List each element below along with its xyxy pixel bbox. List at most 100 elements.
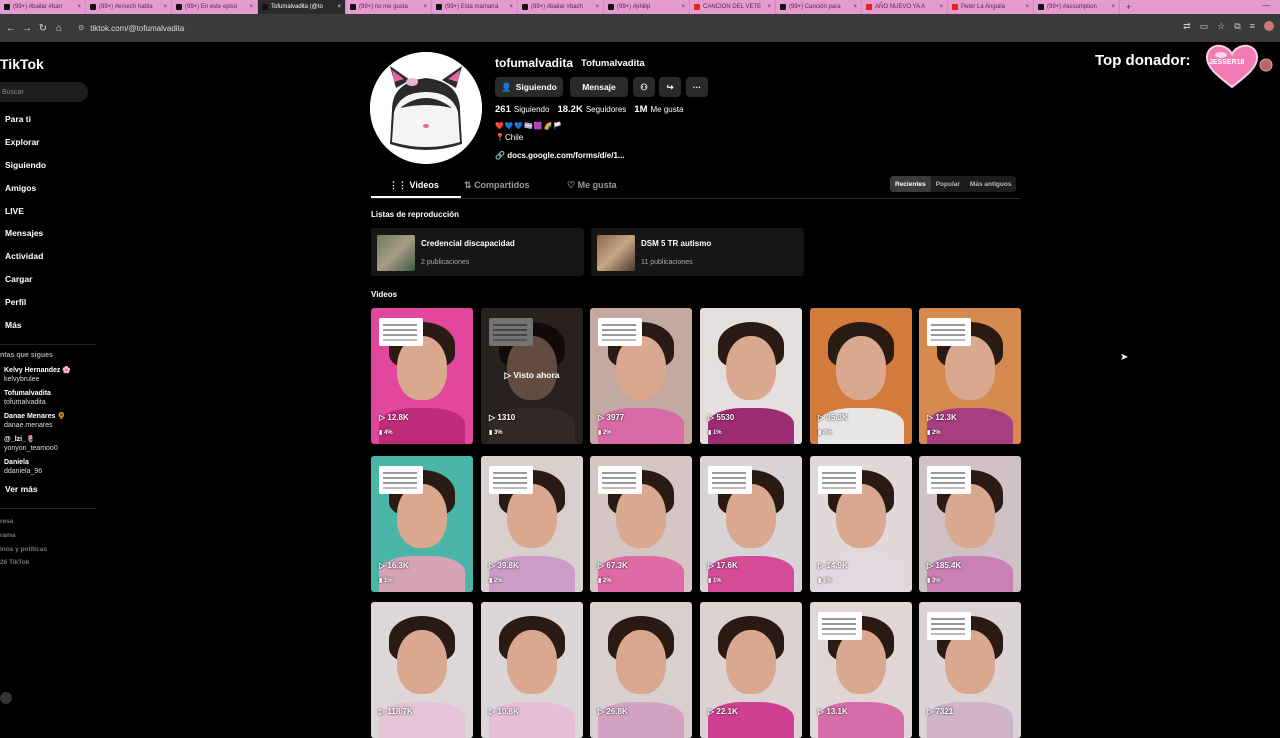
close-tab-icon[interactable]: × bbox=[509, 4, 513, 10]
video-card[interactable]: ▷ 12.3K ▮ 2% bbox=[919, 308, 1021, 444]
sidebar-item-siguiendo[interactable]: Siguiendo bbox=[5, 160, 46, 170]
tiktok-favicon-icon bbox=[90, 4, 96, 10]
new-tab-button[interactable]: + bbox=[1120, 2, 1137, 12]
close-tab-icon[interactable]: × bbox=[595, 4, 599, 10]
close-tab-icon[interactable]: × bbox=[853, 4, 857, 10]
video-card[interactable]: ▷ 35.3K ▮ 4% bbox=[810, 308, 912, 444]
search-input[interactable]: Buscar bbox=[0, 82, 88, 102]
video-card[interactable]: ▷ 7321 bbox=[919, 602, 1021, 738]
video-card[interactable]: ▷ 13.1K bbox=[810, 602, 912, 738]
footer-link[interactable]: 26 TikTok bbox=[0, 559, 29, 566]
home-icon[interactable]: ⌂ bbox=[54, 23, 64, 34]
minimize-window-icon[interactable]: — bbox=[1262, 1, 1270, 10]
browser-tab[interactable]: (99+) #bailar #barr × bbox=[0, 0, 86, 14]
video-card[interactable]: ▷ 26.8K bbox=[590, 602, 692, 738]
followed-account[interactable]: Kelvy Hernandez 🌸 kelvybrulee bbox=[4, 366, 71, 384]
close-tab-icon[interactable]: × bbox=[423, 4, 427, 10]
sort-oldest[interactable]: Más antiguos bbox=[965, 176, 1017, 192]
profile-avatar[interactable] bbox=[370, 52, 482, 164]
sort-recent[interactable]: Recientes bbox=[890, 176, 931, 192]
tiktok-logo[interactable]: TikTok bbox=[0, 56, 44, 72]
site-info-icon[interactable]: ⚙ bbox=[78, 24, 84, 32]
url-field[interactable]: ⚙ tiktok.com/@tofumalvadita bbox=[78, 24, 184, 33]
message-button[interactable]: Mensaje bbox=[570, 77, 628, 97]
profile-avatar-icon[interactable] bbox=[1264, 21, 1274, 31]
back-icon[interactable]: ← bbox=[6, 23, 16, 34]
close-tab-icon[interactable]: × bbox=[1111, 4, 1115, 10]
playlist-card[interactable]: Credencial discapacidad 2 publicaciones bbox=[371, 228, 584, 276]
browser-tab[interactable]: (99+) En este episo × bbox=[172, 0, 258, 14]
close-tab-icon[interactable]: × bbox=[337, 4, 341, 10]
stat-siguiendo[interactable]: 261 Siguiendo bbox=[495, 104, 549, 115]
chat-bubble-icon[interactable] bbox=[0, 692, 12, 704]
video-card[interactable]: ▷ Visto ahora ▷ 1310 ▮ 3% bbox=[481, 308, 583, 444]
tab-videos[interactable]: ⋮⋮ Videos bbox=[389, 180, 439, 191]
followed-account[interactable]: Tofumalvadita tofumalvadita bbox=[4, 389, 51, 407]
browser-tab[interactable]: AÑO NUEVO YA A × bbox=[862, 0, 948, 14]
browser-tab[interactable]: (99+) no me gusta × bbox=[346, 0, 432, 14]
video-card[interactable]: ▷ 17.6K ▮ 1% bbox=[700, 456, 802, 592]
video-card[interactable]: ▷ 118.7K bbox=[371, 602, 473, 738]
video-card[interactable]: ▷ 14.9K ▮ 1% bbox=[810, 456, 912, 592]
video-card[interactable]: ▷ 22.1K bbox=[700, 602, 802, 738]
sidebar-item-explorar[interactable]: Explorar bbox=[5, 137, 40, 147]
close-tab-icon[interactable]: × bbox=[77, 4, 81, 10]
sidebar-item-amigos[interactable]: Amigos bbox=[5, 183, 36, 193]
browser-tab[interactable]: Tofumalvadita (@to × bbox=[258, 0, 346, 14]
stat-seguidores[interactable]: 18.2K Seguidores bbox=[557, 104, 626, 115]
browser-tab[interactable]: (99+) #bailar #bach × bbox=[518, 0, 604, 14]
browser-tab[interactable]: (99+) Esta mamarra × bbox=[432, 0, 518, 14]
close-tab-icon[interactable]: × bbox=[1025, 4, 1029, 10]
footer-link[interactable]: rama bbox=[0, 532, 16, 539]
video-card[interactable]: ▷ 67.3K ▮ 2% bbox=[590, 456, 692, 592]
forward-icon[interactable]: → bbox=[22, 23, 32, 34]
sidebar-item-live[interactable]: LIVE bbox=[5, 206, 24, 216]
close-tab-icon[interactable]: × bbox=[249, 4, 253, 10]
reload-icon[interactable]: ↻ bbox=[38, 23, 48, 34]
sidebar-item-actividad[interactable]: Actividad bbox=[5, 251, 43, 261]
see-more-link[interactable]: Ver más bbox=[5, 484, 38, 494]
translate-icon[interactable]: ⇄ bbox=[1183, 21, 1191, 32]
browser-tab[interactable]: (99+) #ersech habla × bbox=[86, 0, 172, 14]
sort-popular[interactable]: Popular bbox=[931, 176, 965, 192]
tab-shared[interactable]: ⇅ Compartidos bbox=[464, 180, 530, 191]
playlist-card[interactable]: DSM 5 TR autismo 11 publicaciones bbox=[591, 228, 804, 276]
menu-icon[interactable]: ≡ bbox=[1250, 21, 1255, 32]
tab-liked[interactable]: ♡ Me gusta bbox=[567, 180, 617, 191]
browser-tab[interactable]: Peter La Anguila × bbox=[948, 0, 1034, 14]
followed-account[interactable]: @_lzi_🌷 yonyon_teamoo0 bbox=[4, 435, 58, 453]
share-button[interactable]: ↪ bbox=[659, 77, 681, 97]
following-button[interactable]: 👤 Siguiendo bbox=[495, 77, 563, 97]
video-card[interactable]: ▷ 39.8K ▮ 2% bbox=[481, 456, 583, 592]
sidebar-item-mensajes[interactable]: Mensajes bbox=[5, 228, 43, 238]
bio-link[interactable]: 🔗 docs.google.com/forms/d/e/1... bbox=[495, 151, 625, 160]
followed-account[interactable]: Danae Menares 🌻 danae.menares bbox=[4, 412, 66, 430]
sidebar-item-para-ti[interactable]: Para ti bbox=[5, 114, 31, 124]
video-card[interactable]: ▷ 12.8K ▮ 4% bbox=[371, 308, 473, 444]
stat-me-gusta[interactable]: 1M Me gusta bbox=[634, 104, 683, 115]
footer-link[interactable]: inos y políticas bbox=[0, 546, 47, 553]
video-card[interactable]: ▷ 16.3K ▮ 1% bbox=[371, 456, 473, 592]
browser-tab[interactable]: (99+) Canción para × bbox=[776, 0, 862, 14]
video-card[interactable]: ▷ 3977 ▮ 2% bbox=[590, 308, 692, 444]
bookmark-star-icon[interactable]: ☆ bbox=[1217, 21, 1225, 32]
browser-tab[interactable]: (99+) #assumption × bbox=[1034, 0, 1120, 14]
close-tab-icon[interactable]: × bbox=[767, 4, 771, 10]
browser-tab[interactable]: (99+) #philip × bbox=[604, 0, 690, 14]
close-tab-icon[interactable]: × bbox=[163, 4, 167, 10]
cast-icon[interactable]: ▭ bbox=[1200, 21, 1209, 32]
sidebar-item-perfil[interactable]: Perfil bbox=[5, 297, 26, 307]
close-tab-icon[interactable]: × bbox=[681, 4, 685, 10]
more-options-button[interactable]: ··· bbox=[686, 77, 708, 97]
browser-tab[interactable]: CANCION DEL VETE × bbox=[690, 0, 776, 14]
close-tab-icon[interactable]: × bbox=[939, 4, 943, 10]
video-card[interactable]: ▷ 5530 ▮ 1% bbox=[700, 308, 802, 444]
extensions-icon[interactable]: ⧉ bbox=[1234, 21, 1240, 32]
sidebar-item-cargar[interactable]: Cargar bbox=[5, 274, 32, 284]
sidebar-item-m-s[interactable]: Más bbox=[5, 320, 22, 330]
video-card[interactable]: ▷ 10.8K bbox=[481, 602, 583, 738]
footer-link[interactable]: resa bbox=[0, 518, 13, 525]
followed-account[interactable]: Daniela ddaniela_96 bbox=[4, 458, 42, 476]
add-friend-button[interactable]: ⚇ bbox=[633, 77, 655, 97]
video-card[interactable]: ▷ 185.4K ▮ 3% bbox=[919, 456, 1021, 592]
